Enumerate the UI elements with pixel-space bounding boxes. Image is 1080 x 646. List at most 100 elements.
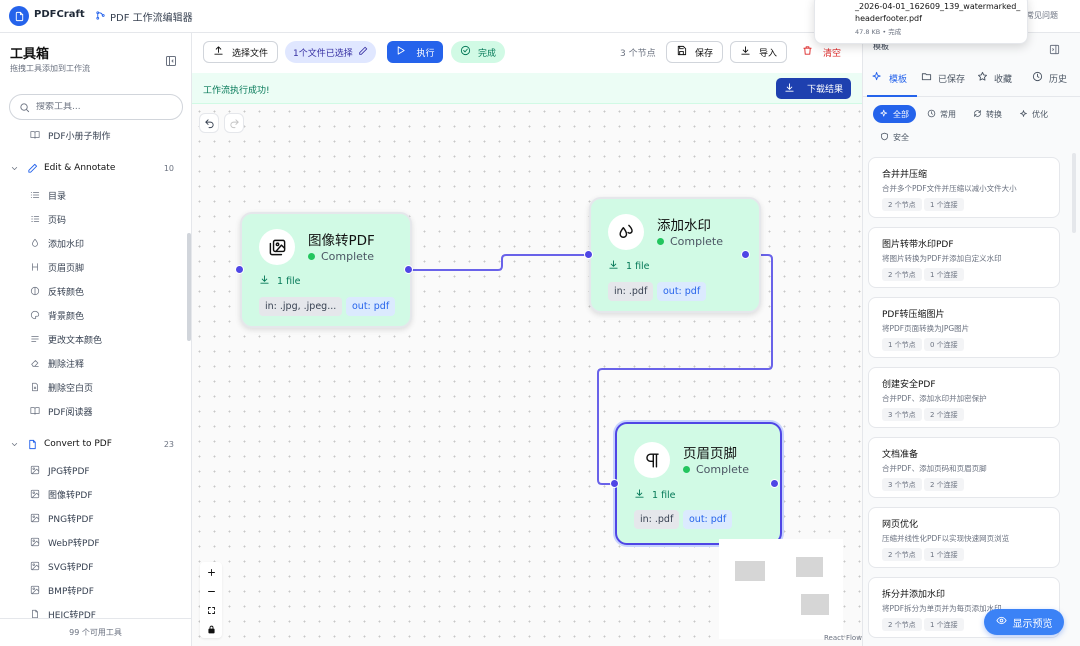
download-icon: [608, 259, 619, 273]
workflow-node-watermark[interactable]: 添加水印 Complete 1 file in: .pdf out: pdf: [584, 197, 761, 313]
node-output-handle[interactable]: [404, 265, 413, 274]
lock-button[interactable]: [200, 619, 222, 638]
node-input-handle[interactable]: [610, 479, 619, 488]
filter-all[interactable]: 全部: [873, 105, 916, 123]
workflow-icon: [95, 10, 106, 24]
node-file-count[interactable]: 1 file: [608, 259, 650, 273]
node-input-handle[interactable]: [584, 250, 593, 259]
workflow-canvas[interactable]: 图像转PDF Complete 1 file in: .jpg, .jpeg..…: [192, 104, 862, 646]
contrast-icon: [30, 286, 40, 296]
import-button[interactable]: 导入: [730, 41, 788, 63]
tool-item-png-to-pdf[interactable]: PNG转PDF: [30, 508, 94, 528]
fit-view-button[interactable]: [200, 600, 222, 619]
tool-item-image-to-pdf[interactable]: 图像转PDF: [30, 484, 93, 504]
template-link-count: 1 个连接: [924, 198, 964, 211]
template-card[interactable]: 创建安全PDF 合并PDF、添加水印并加密保护 3 个节点 2 个连接: [868, 367, 1060, 428]
template-link-count: 1 个连接: [924, 548, 964, 561]
tool-item-svg-to-pdf[interactable]: SVG转PDF: [30, 556, 93, 576]
workflow-node-header-footer[interactable]: 页眉页脚 Complete 1 file in: .pdf out: pdf: [610, 422, 782, 545]
sidebar-scrollbar[interactable]: [187, 233, 191, 341]
trash-icon: [802, 45, 813, 59]
node-file-count[interactable]: 1 file: [634, 488, 676, 502]
collapse-sidebar-icon[interactable]: [165, 52, 177, 71]
category-edit-annotate[interactable]: Edit & Annotate 10: [10, 158, 180, 178]
minimap-node: [735, 561, 765, 581]
minimap[interactable]: [719, 539, 843, 639]
tab-history[interactable]: 历史: [1032, 71, 1067, 85]
app-name[interactable]: PDFCraft: [34, 9, 85, 20]
collapse-panel-icon[interactable]: [1049, 40, 1060, 59]
workflow-node-image-to-pdf[interactable]: 图像转PDF Complete 1 file in: .jpg, .jpeg..…: [235, 212, 413, 328]
search-input[interactable]: [36, 102, 166, 112]
filter-common[interactable]: 常用: [920, 105, 963, 123]
download-notification[interactable]: _2026-04-01_162609_139_watermarked_heade…: [814, 0, 1028, 44]
tool-item-header-footer[interactable]: 页眉页脚: [30, 257, 84, 277]
template-card[interactable]: 文档准备 合并PDF、添加页码和页眉页脚 3 个节点 2 个连接: [868, 437, 1060, 498]
help-link[interactable]: 常见问题: [1026, 10, 1058, 21]
tab-saved[interactable]: 已保存: [921, 71, 965, 85]
filter-label: 转换: [986, 109, 1002, 119]
tool-item-label: WebP转PDF: [48, 538, 100, 549]
chevron-down-icon: [10, 164, 20, 173]
show-preview-button[interactable]: 显示预览: [984, 609, 1064, 635]
template-node-count: 3 个节点: [882, 478, 922, 491]
category-convert-to-pdf[interactable]: Convert to PDF 23: [10, 434, 180, 454]
tool-item-remove-blank[interactable]: 删除空白页: [30, 377, 93, 397]
image-icon: [30, 561, 40, 571]
template-card[interactable]: 图片转带水印PDF 将图片转换为PDF并添加自定义水印 2 个节点 1 个连接: [868, 227, 1060, 288]
zoom-out-button[interactable]: [200, 581, 222, 600]
panel-scrollbar[interactable]: [1072, 153, 1076, 233]
template-card[interactable]: 合并并压缩 合并多个PDF文件并压缩以减小文件大小 2 个节点 1 个连接: [868, 157, 1060, 218]
tool-item-bmp-to-pdf[interactable]: BMP转PDF: [30, 580, 94, 600]
tool-item-label: PDF阅读器: [48, 407, 93, 418]
tool-item-label: 反转颜色: [48, 287, 85, 298]
edit-icon: [358, 46, 368, 59]
tool-item-watermark[interactable]: 添加水印: [30, 233, 84, 253]
tool-item-pdf-reader[interactable]: PDF阅读器: [30, 401, 93, 421]
category-count: 10: [163, 163, 174, 173]
tool-item-remove-annotations[interactable]: 删除注释: [30, 353, 84, 373]
tool-item-booklet[interactable]: PDF小册子制作: [30, 125, 111, 145]
tab-favorites[interactable]: 收藏: [977, 71, 1012, 85]
clock-icon: [927, 109, 936, 120]
tool-item-webp-to-pdf[interactable]: WebP转PDF: [30, 532, 100, 552]
clear-label: 清空: [823, 48, 842, 59]
tool-item-toc[interactable]: 目录: [30, 185, 66, 205]
tool-item-invert-colors[interactable]: 反转颜色: [30, 281, 84, 301]
download-result-button[interactable]: 下载结果: [776, 78, 851, 99]
template-card[interactable]: PDF转压缩图片 将PDF页面转换为JPG图片 1 个节点 0 个连接: [868, 297, 1060, 358]
book-open-icon: [30, 406, 40, 416]
node-input-handle[interactable]: [235, 265, 244, 274]
tool-item-page-numbers[interactable]: 页码: [30, 209, 66, 229]
file-selected-label: 1个文件已选择: [293, 48, 353, 59]
tool-item-jpg-to-pdf[interactable]: JPG转PDF: [30, 460, 90, 480]
tab-templates[interactable]: 模板: [872, 71, 907, 85]
save-button[interactable]: 保存: [666, 41, 724, 63]
node-output-handle[interactable]: [770, 479, 779, 488]
tool-item-text-color[interactable]: 更改文本颜色: [30, 329, 102, 349]
file-selected-badge[interactable]: 1个文件已选择: [285, 41, 376, 63]
node-file-count[interactable]: 1 file: [259, 274, 301, 288]
template-title: 网页优化: [882, 520, 919, 530]
run-button[interactable]: 执行: [387, 41, 443, 63]
logo-icon[interactable]: [9, 6, 29, 26]
template-description: 合并PDF、添加页码和页眉页脚: [882, 464, 987, 473]
node-status: Complete: [683, 463, 749, 476]
select-file-button[interactable]: 选择文件: [203, 41, 279, 63]
image-icon: [30, 537, 40, 547]
download-filename: _2026-04-01_162609_139_watermarked_heade…: [855, 2, 1021, 23]
zoom-in-button[interactable]: [200, 562, 222, 581]
filter-optimize[interactable]: 优化: [1012, 105, 1055, 123]
react-flow-attribution[interactable]: React Flow: [824, 634, 862, 642]
tab-label: 收藏: [994, 74, 1013, 85]
tool-item-background-color[interactable]: 背景颜色: [30, 305, 84, 325]
workflow-toolbar: 选择文件 1个文件已选择 执行 完成 3 个节点 保存 导入 清空: [192, 33, 862, 73]
tool-search[interactable]: [9, 94, 183, 120]
node-output-tag: out: pdf: [683, 510, 733, 529]
filter-convert[interactable]: 转换: [966, 105, 1009, 123]
tool-item-label: 删除注释: [48, 359, 85, 370]
filter-security[interactable]: 安全: [873, 128, 916, 146]
node-output-handle[interactable]: [741, 250, 750, 259]
clear-button[interactable]: 清空: [796, 41, 847, 63]
template-card[interactable]: 网页优化 压缩并线性化PDF以实现快速网页浏览 2 个节点 1 个连接: [868, 507, 1060, 568]
